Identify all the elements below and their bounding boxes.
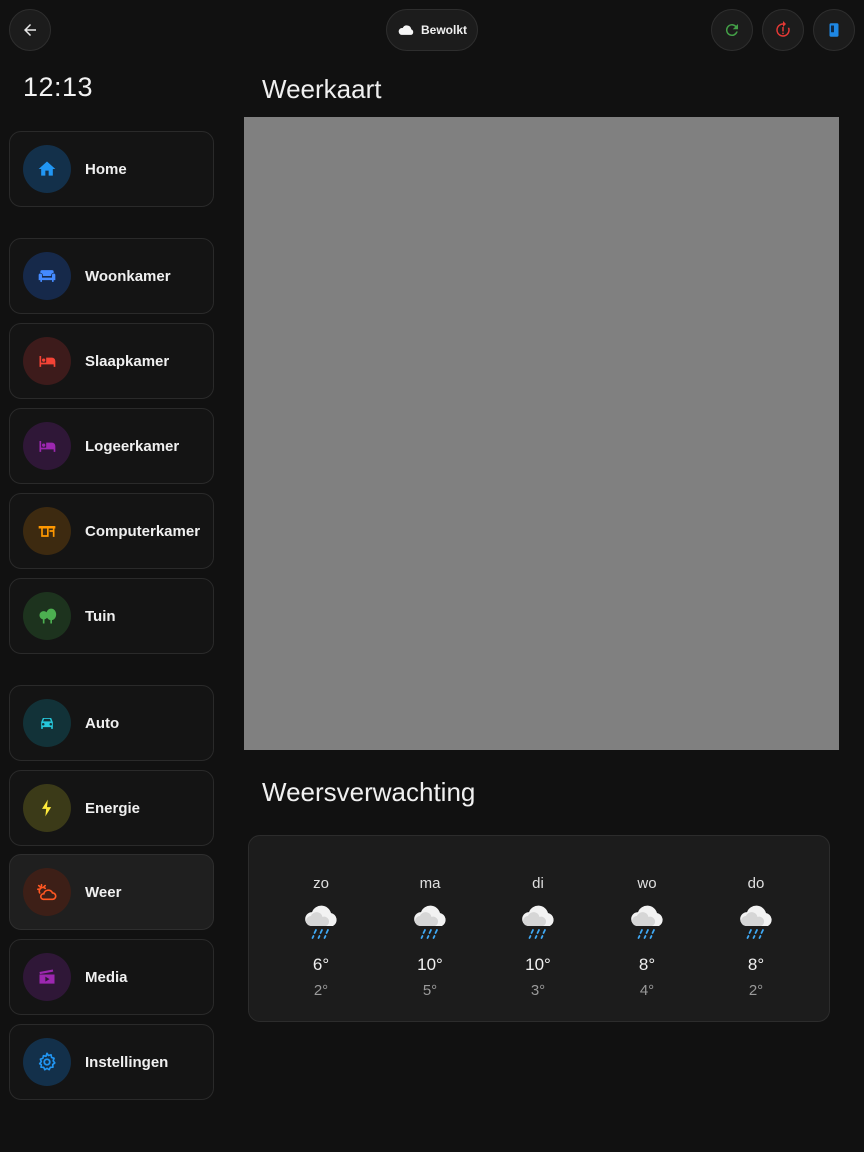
sidebar-item-label: Media bbox=[85, 968, 128, 986]
day-high: 10° bbox=[417, 955, 443, 974]
day-low: 5° bbox=[422, 982, 438, 999]
sidebar-item-energie[interactable]: Energie bbox=[9, 770, 214, 846]
back-button[interactable] bbox=[9, 9, 51, 51]
forecast-day: ma 10° 5° bbox=[390, 836, 470, 1023]
bed-icon bbox=[23, 337, 71, 385]
day-low: 4° bbox=[639, 982, 655, 999]
forecast-title: Weersverwachting bbox=[262, 777, 476, 807]
rain-cloud-icon bbox=[414, 905, 446, 939]
day-name: do bbox=[747, 875, 765, 892]
sidebar-item-label: Slaapkamer bbox=[85, 352, 170, 370]
day-high: 8° bbox=[747, 955, 765, 974]
forecast-day: di 10° 3° bbox=[498, 836, 578, 1023]
rain-cloud-icon bbox=[522, 905, 554, 939]
sidebar-item-label: Auto bbox=[85, 714, 120, 732]
gear-icon bbox=[23, 1038, 71, 1086]
weather-partly-cloudy-icon bbox=[23, 868, 71, 916]
sidebar-item-slaapkamer[interactable]: Slaapkamer bbox=[9, 323, 214, 399]
day-high: 6° bbox=[312, 955, 330, 974]
day-low: 2° bbox=[313, 982, 329, 999]
sidebar-item-label: Weer bbox=[85, 883, 122, 901]
trees-icon bbox=[23, 592, 71, 640]
desk-icon bbox=[23, 507, 71, 555]
day-name: ma bbox=[419, 875, 441, 892]
rain-cloud-icon bbox=[631, 905, 663, 939]
day-name: di bbox=[532, 875, 544, 892]
home-icon bbox=[23, 145, 71, 193]
restart-button[interactable] bbox=[762, 9, 804, 51]
day-name: zo bbox=[313, 875, 329, 892]
sidebar-item-home[interactable]: Home bbox=[9, 131, 214, 207]
movie-icon bbox=[23, 953, 71, 1001]
restart-alert-icon bbox=[776, 21, 790, 37]
sidebar-item-tuin[interactable]: Tuin bbox=[9, 578, 214, 654]
refresh-button[interactable] bbox=[711, 9, 753, 51]
rain-cloud-icon bbox=[740, 905, 772, 939]
sidebar-item-computerkamer[interactable]: Computerkamer bbox=[9, 493, 214, 569]
sidebar-item-weer[interactable]: Weer bbox=[9, 854, 214, 930]
weather-map[interactable] bbox=[244, 117, 839, 750]
day-low: 2° bbox=[748, 982, 764, 999]
sofa-icon bbox=[23, 252, 71, 300]
weather-chip-label: Bewolkt bbox=[420, 23, 467, 37]
sidebar-item-instellingen[interactable]: Instellingen bbox=[9, 1024, 214, 1100]
sidebar-item-media[interactable]: Media bbox=[9, 939, 214, 1015]
day-high: 8° bbox=[638, 955, 656, 974]
day-name: wo bbox=[637, 875, 657, 892]
forecast-day: wo 8° 4° bbox=[607, 836, 687, 1023]
sidebar-item-label: Logeerkamer bbox=[85, 437, 180, 455]
sidebar-item-label: Home bbox=[85, 160, 127, 178]
rain-cloud-icon bbox=[305, 905, 337, 939]
weather-chip[interactable]: Bewolkt bbox=[386, 9, 478, 51]
arrow-left-icon bbox=[24, 24, 36, 36]
sidebar-item-label: Instellingen bbox=[85, 1053, 169, 1071]
tablet-button[interactable] bbox=[813, 9, 855, 51]
bed-icon bbox=[23, 422, 71, 470]
forecast-card[interactable]: zo 6° 2° ma 10° 5° di 10° 3° wo 8° 4° do… bbox=[248, 835, 830, 1022]
sidebar-item-label: Tuin bbox=[85, 607, 116, 625]
forecast-day: do 8° 2° bbox=[716, 836, 796, 1023]
day-high: 10° bbox=[525, 955, 551, 974]
tablet-icon bbox=[829, 23, 839, 37]
lightning-icon bbox=[23, 784, 71, 832]
sidebar-item-woonkamer[interactable]: Woonkamer bbox=[9, 238, 214, 314]
sidebar-item-label: Woonkamer bbox=[85, 267, 171, 285]
map-title: Weerkaart bbox=[262, 74, 382, 104]
forecast-day: zo 6° 2° bbox=[281, 836, 361, 1023]
sidebar-item-logeerkamer[interactable]: Logeerkamer bbox=[9, 408, 214, 484]
clock: 12:13 bbox=[23, 72, 94, 102]
cloud-icon bbox=[398, 25, 414, 35]
sidebar-item-label: Computerkamer bbox=[85, 522, 201, 540]
refresh-icon bbox=[725, 24, 738, 37]
car-icon bbox=[23, 699, 71, 747]
sidebar-item-label: Energie bbox=[85, 799, 141, 817]
sidebar-item-auto[interactable]: Auto bbox=[9, 685, 214, 761]
day-low: 3° bbox=[530, 982, 546, 999]
